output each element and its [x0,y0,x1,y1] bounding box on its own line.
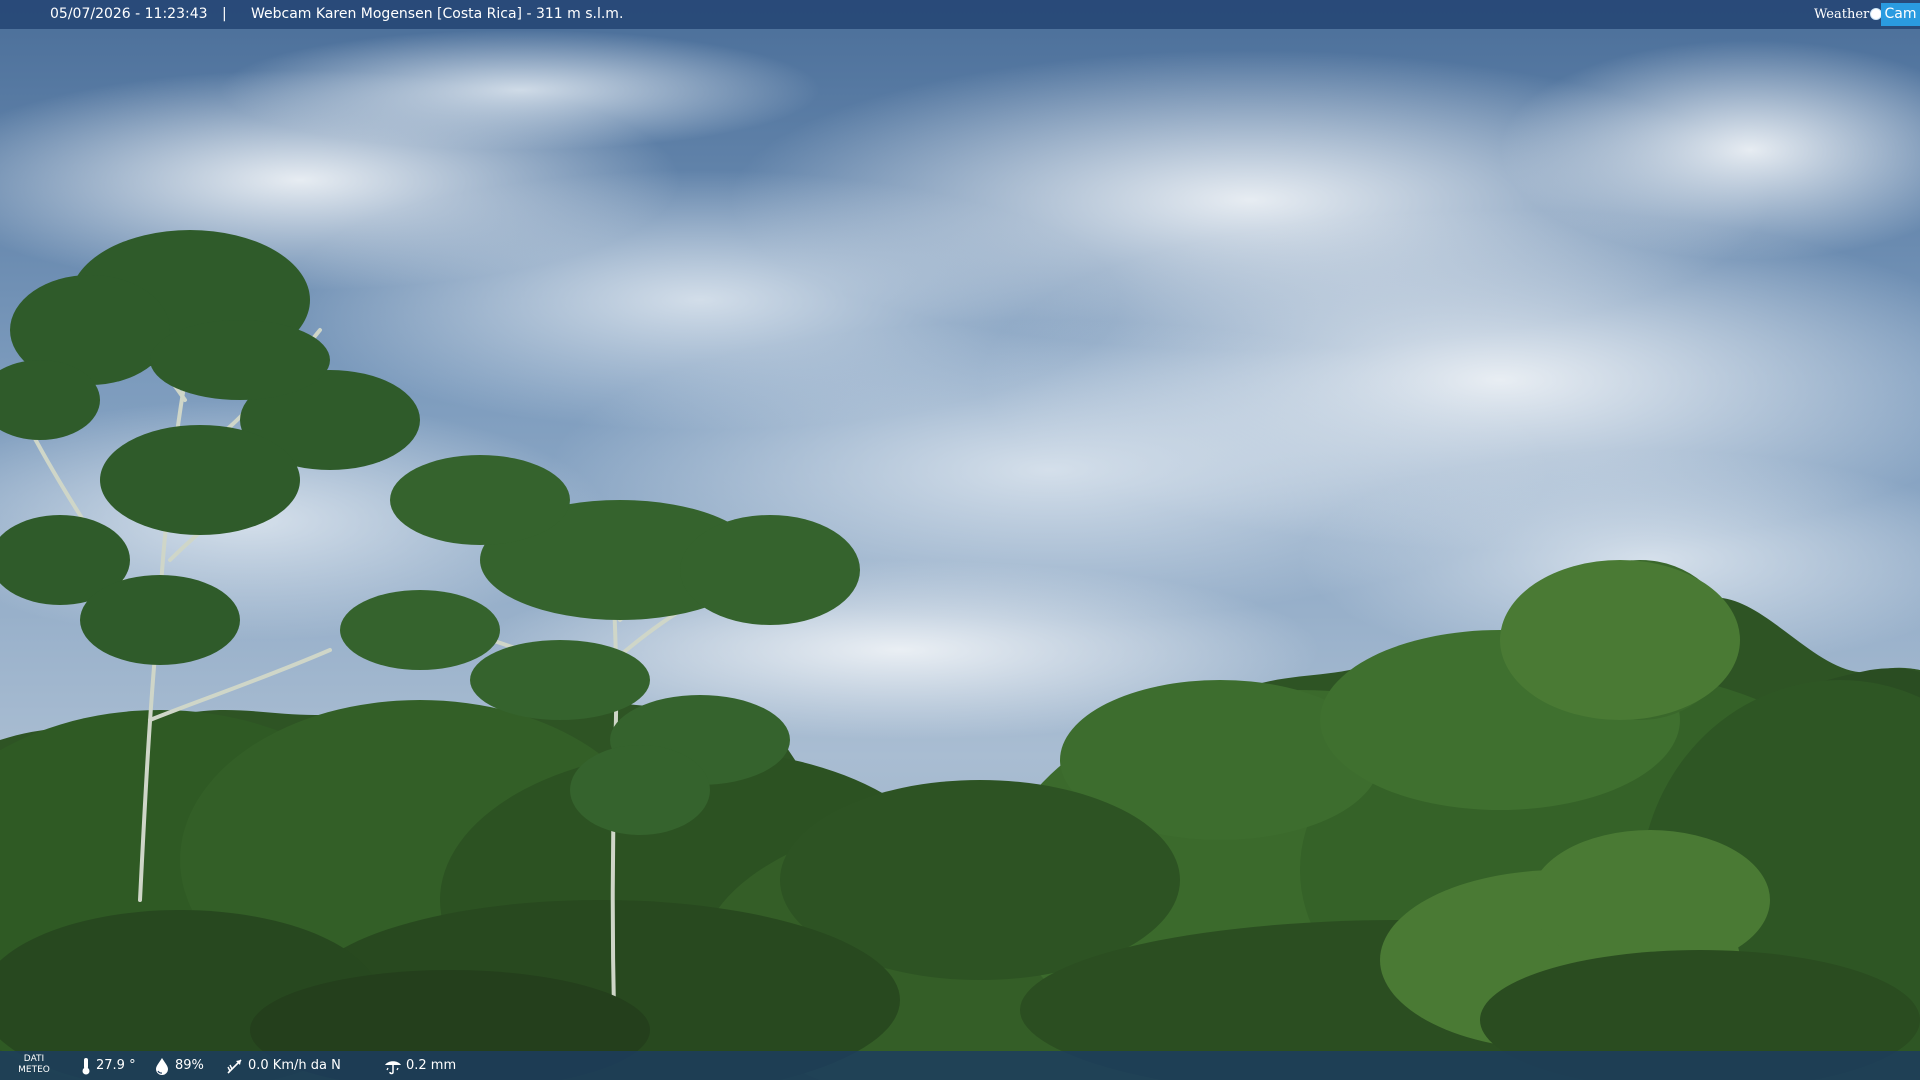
weathercam-logo: Weather Cam [1814,0,1920,29]
meteo-label: DATI METEO [14,1054,54,1076]
wind-vane-icon [227,1059,242,1074]
meteo-bar: DATI METEO 27.9 ° 89% 0.0 Km/h da N 0.2 … [0,1051,1920,1080]
temperature-value: 27.9 ° [96,1058,136,1073]
webcam-frame: 05/07/2026 - 11:23:43 | Webcam Karen Mog… [0,0,1920,1080]
top-info-bar: 05/07/2026 - 11:23:43 | Webcam Karen Mog… [0,0,1920,29]
webcam-scene [0,0,1920,1080]
thermometer-icon [82,1058,90,1075]
logo-badge: Cam [1881,3,1920,26]
meteo-label-line1: DATI [23,1054,45,1064]
caption-separator: | [222,6,227,22]
webcam-caption: Webcam Karen Mogensen [Costa Rica] - 311… [251,6,624,22]
logo-word: Weather [1814,7,1870,22]
rain-gauge-icon [385,1061,401,1075]
rain-value: 0.2 mm [406,1058,457,1073]
humidity-drop-icon [156,1058,168,1075]
timestamp: 05/07/2026 - 11:23:43 [50,6,208,22]
wind-value: 0.0 Km/h da N [248,1058,341,1073]
meteo-label-line2: METEO [18,1065,50,1075]
humidity-value: 89% [175,1058,204,1073]
